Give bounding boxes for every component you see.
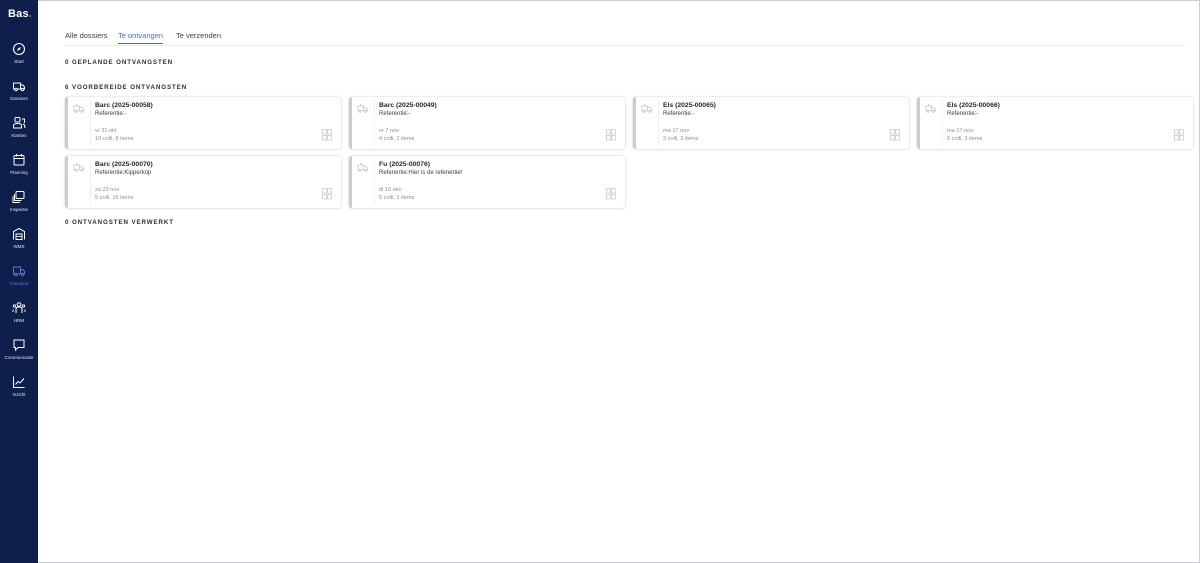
card-status-bar [633,97,636,149]
card-reference: Referentie:- [947,111,979,117]
truck-icon [641,103,652,113]
sidebar-item-label: Start [14,59,24,64]
card-reference: Referentie:Hier is de referentie! [379,170,463,176]
truck-icon [357,162,368,172]
package-icon [606,129,616,141]
truck-icon [925,103,936,113]
section-processed-heading: 0 ONTVANGSTEN VERWERKT [65,219,174,226]
sidebar-item-label: Inspectie [9,207,28,212]
card-status-bar [917,97,920,149]
sidebar: Bas. Start Dossiers Klanten Planning Ins… [0,0,38,563]
receipt-card[interactable]: Els (2025-00066) Referentie:- ma 17 nov … [917,97,1193,149]
sidebar-item-label: Planning [10,170,28,175]
package-icon [890,129,900,141]
sidebar-item-label: Dossiers [10,96,28,101]
card-status-bar [65,97,68,149]
card-title: Fu (2025-00076) [379,161,431,168]
card-date: ma 17 nov [663,128,690,134]
card-meta: 10 colli, 8 items [95,136,134,142]
card-divider [658,101,659,145]
card-meta: 5 colli, 2 items [379,195,415,201]
sidebar-item-label: Transport [9,281,29,286]
sidebar-item-label: Inzicht [12,392,26,397]
receipt-card[interactable]: Barc (2025-00070) Referentie:Kipperkop z… [65,156,341,208]
card-meta: 4 colli, 2 items [379,136,415,142]
card-divider [374,160,375,204]
sidebar-item-label: WMS [13,244,25,249]
card-title: Els (2025-00066) [947,102,1000,109]
calendar-icon [13,154,25,166]
sidebar-item-hrm[interactable]: HRM [0,299,38,333]
card-divider [942,101,943,145]
package-icon [322,129,332,141]
logo[interactable]: Bas. [8,8,32,20]
card-divider [90,160,91,204]
tab-divider [65,45,1185,46]
sidebar-item-communicatie[interactable]: Communicatie [0,336,38,370]
sidebar-item-inspectie[interactable]: Inspectie [0,188,38,222]
truck-icon [73,162,84,172]
chart-icon [13,376,25,388]
card-title: Barc (2025-00049) [379,102,437,109]
package-icon [1174,129,1184,141]
card-date: za 29 nov [95,187,120,193]
sidebar-item-klanten[interactable]: Klanten [0,114,38,148]
transport-icon [13,266,25,277]
card-divider [90,101,91,145]
card-reference: Referentie:- [663,111,695,117]
chat-icon [13,339,25,352]
card-title: Barc (2025-00058) [95,102,153,109]
card-date: ma 17 nov [947,128,974,134]
receipt-card[interactable]: Fu (2025-00076) Referentie:Hier is de re… [349,156,625,208]
sidebar-item-label: Klanten [11,133,27,138]
card-status-bar [349,156,352,208]
card-title: Barc (2025-00070) [95,161,153,168]
people-icon [12,302,26,313]
section-planned-heading: 0 GEPLANDE ONTVANGSTEN [65,59,174,66]
sidebar-item-label: HRM [13,318,25,323]
receipt-card[interactable]: Els (2025-00065) Referentie:- ma 17 nov … [633,97,909,149]
card-divider [374,101,375,145]
sidebar-item-inzicht[interactable]: Inzicht [0,373,38,407]
card-status-bar [349,97,352,149]
sidebar-item-start[interactable]: Start [0,40,38,74]
package-icon [606,188,616,200]
receipt-card[interactable]: Barc (2025-00058) Referentie:- vr 31 okt… [65,97,341,149]
users-icon [13,117,26,129]
package-icon [322,188,332,200]
card-reference: Referentie:- [95,111,127,117]
sidebar-item-dossiers[interactable]: Dossiers [0,77,38,111]
card-date: vr 7 nov [379,128,399,134]
tab-alle-dossiers[interactable]: Alle dossiers [65,31,108,45]
section-prepared-heading: 6 VOORBEREIDE ONTVANGSTEN [65,84,188,91]
sidebar-item-transport[interactable]: Transport [0,262,38,296]
truck-icon [73,103,84,113]
truck-icon [13,82,25,92]
compass-icon [12,42,26,56]
receipt-card[interactable]: Barc (2025-00049) Referentie:- vr 7 nov … [349,97,625,149]
truck-icon [357,103,368,113]
card-title: Els (2025-00065) [663,102,716,109]
card-status-bar [65,156,68,208]
card-meta: 3 colli, 2 items [663,136,699,142]
sidebar-item-wms[interactable]: WMS [0,225,38,259]
card-date: di 16 dec [379,187,402,193]
card-reference: Referentie:- [379,111,411,117]
card-meta: 5 colli, 3 items [947,136,983,142]
sidebar-item-label: Communicatie [4,355,34,360]
sidebar-item-planning[interactable]: Planning [0,151,38,185]
warehouse-icon [13,227,25,240]
card-meta: 5 colli, 16 items [95,195,134,201]
layers-icon [12,191,25,203]
tab-te-ontvangen[interactable]: Te ontvangen [118,31,164,45]
card-reference: Referentie:Kipperkop [95,170,152,176]
card-date: vr 31 okt [95,128,117,134]
tab-te-verzenden[interactable]: Te verzenden [176,31,221,45]
